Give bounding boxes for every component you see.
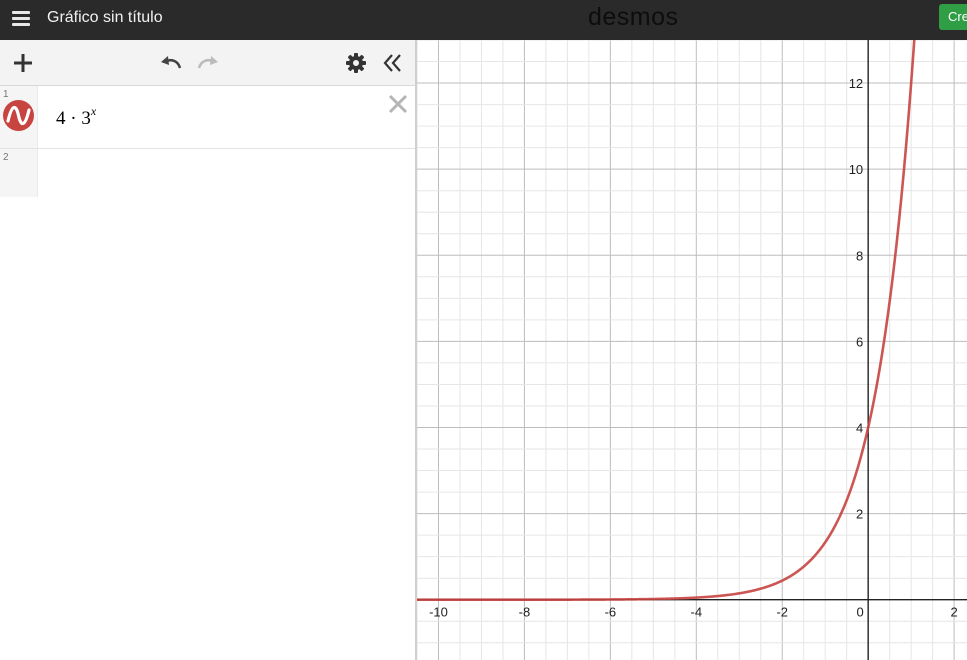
undo-icon[interactable] bbox=[158, 51, 182, 75]
expression-gutter: 2 bbox=[0, 149, 38, 197]
plus-icon[interactable] bbox=[11, 51, 35, 75]
x-tick-label: -4 bbox=[691, 605, 703, 620]
collapse-icon[interactable] bbox=[381, 51, 405, 75]
y-tick-label: 10 bbox=[849, 162, 863, 177]
gear-icon[interactable] bbox=[344, 51, 368, 75]
create-account-button[interactable]: Cre bbox=[939, 4, 967, 30]
redo-icon[interactable] bbox=[195, 51, 219, 75]
y-tick-label: 6 bbox=[856, 334, 863, 349]
menu-icon[interactable] bbox=[10, 8, 34, 32]
expression-index: 2 bbox=[3, 152, 9, 163]
graph-area[interactable]: -10 -8 -6 -4 -2 0 2 2 4 6 8 10 12 bbox=[417, 40, 967, 660]
desmos-logo: desmos bbox=[588, 3, 679, 31]
x-tick-label: -6 bbox=[605, 605, 617, 620]
y-tick-label: 4 bbox=[856, 421, 863, 436]
y-tick-label: 12 bbox=[849, 76, 863, 91]
expression-row[interactable]: 1 4 · 3x bbox=[0, 86, 415, 149]
expression-toolbar bbox=[0, 40, 415, 86]
graph-color-icon[interactable] bbox=[3, 100, 34, 131]
expression-text: 4 · 3 bbox=[56, 108, 91, 129]
expression-index: 1 bbox=[3, 89, 9, 100]
x-tick-label: -2 bbox=[776, 605, 788, 620]
expression-panel: 1 4 · 3x 2 bbox=[0, 40, 415, 660]
graph-title[interactable]: Gráfico sin título bbox=[47, 9, 163, 27]
x-tick-label: 2 bbox=[950, 605, 957, 620]
expression-exponent: x bbox=[90, 104, 97, 118]
expression-gutter: 1 bbox=[0, 86, 38, 148]
y-tick-label: 2 bbox=[856, 507, 863, 522]
top-bar: Gráfico sin título desmos Cre bbox=[0, 0, 967, 40]
expression-row-empty[interactable]: 2 bbox=[0, 149, 415, 197]
graph-canvas[interactable]: -10 -8 -6 -4 -2 0 2 2 4 6 8 10 12 bbox=[417, 40, 967, 660]
y-tick-label: 8 bbox=[856, 248, 863, 263]
close-icon[interactable] bbox=[386, 92, 410, 116]
x-tick-label: -8 bbox=[519, 605, 531, 620]
x-tick-label: 0 bbox=[857, 605, 864, 620]
x-tick-label: -10 bbox=[429, 605, 448, 620]
expression-math[interactable]: 4 · 3x bbox=[56, 104, 96, 130]
